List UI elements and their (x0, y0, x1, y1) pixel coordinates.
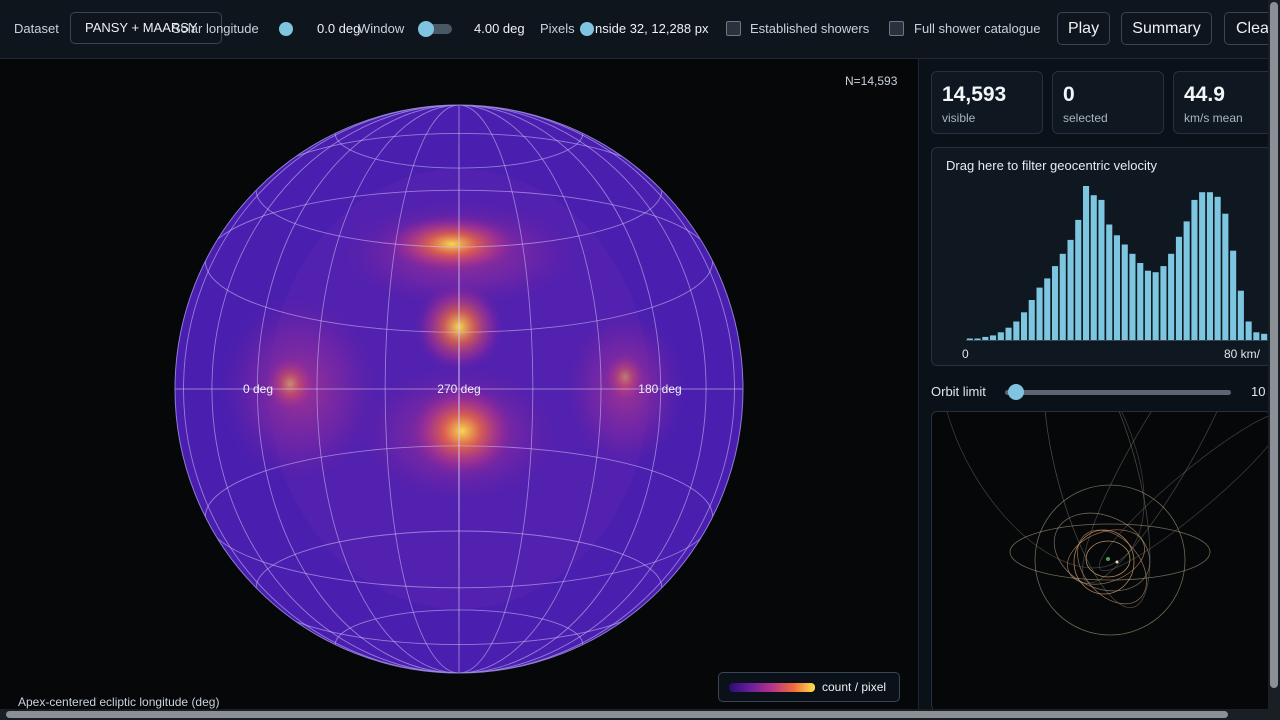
histogram-tick-min: 0 (962, 347, 969, 361)
orbit-ellipse (1098, 412, 1268, 572)
histogram-bar (1129, 253, 1136, 340)
orbit-ellipse (939, 412, 1145, 569)
histogram-bar (1090, 195, 1097, 340)
histogram-bar (1237, 290, 1244, 340)
stat-caption: selected (1063, 111, 1108, 125)
histogram-bar (1206, 192, 1213, 340)
histogram-bar (990, 335, 997, 340)
histogram-bar (1245, 321, 1252, 340)
histogram-bar (1005, 327, 1012, 340)
full-catalogue-label: Full shower catalogue (914, 21, 1041, 36)
solar-longitude-slider-handle[interactable] (279, 22, 293, 36)
orbit-plot[interactable] (932, 412, 1268, 709)
velocity-histogram-card[interactable]: Drag here to filter geocentric velocity … (931, 147, 1268, 366)
sky-map-panel[interactable]: N=14,593 0 deg 270 deg 180 deg Apex-cent… (0, 59, 919, 709)
histogram-bar (1261, 333, 1268, 340)
pixels-value: nside 32, 12,288 px (595, 21, 709, 36)
horizontal-scrollbar[interactable] (0, 709, 1268, 720)
histogram-bar (966, 338, 973, 340)
orbit-limit-slider-knob[interactable] (1008, 384, 1025, 400)
histogram-bar (997, 332, 1004, 340)
histogram-bar (1067, 239, 1074, 340)
stat-selected: 0 selected (1052, 71, 1164, 134)
histogram-bar (1044, 278, 1051, 340)
histogram-bar (1013, 321, 1020, 340)
stat-caption: visible (942, 111, 976, 125)
histogram-bar (1052, 266, 1059, 340)
pixels-label: Pixels (540, 21, 575, 36)
histogram-bar (1121, 244, 1128, 340)
orbit-limit-value: 10 (1251, 384, 1266, 399)
horizontal-scrollbar-thumb[interactable] (6, 711, 1228, 718)
established-showers-label: Established showers (750, 21, 870, 36)
histogram-bar (1199, 192, 1206, 340)
histogram-bar (1175, 236, 1182, 340)
histogram-bar (1106, 224, 1113, 340)
histogram-bar (1113, 235, 1120, 340)
histogram-bar (1144, 270, 1151, 340)
lon-label-left: 0 deg (243, 382, 273, 396)
x-axis-title: Apex-centered ecliptic longitude (deg) (18, 695, 220, 709)
play-button[interactable]: Play (1057, 12, 1110, 45)
dataset-label: Dataset (14, 21, 59, 36)
histogram-bar (1222, 213, 1229, 340)
established-showers-checkbox[interactable] (726, 21, 741, 36)
stat-caption: km/s mean (1184, 111, 1243, 125)
histogram-bar (1059, 253, 1066, 340)
lon-label-right: 180 deg (638, 382, 681, 396)
orbit-view[interactable] (931, 411, 1268, 709)
sky-map[interactable]: 0 deg 270 deg 180 deg (0, 59, 918, 709)
solar-longitude-label: Solar longitude (172, 21, 259, 36)
side-panel: 14,593 visible 0 selected 44.9 km/s mean… (919, 59, 1268, 709)
histogram-bar (1160, 266, 1167, 340)
lon-label-center: 270 deg (437, 382, 480, 396)
histogram-tick-max: 80 km/ (1224, 347, 1261, 361)
histogram-bar (1083, 186, 1090, 340)
earth-marker (1115, 560, 1119, 564)
orbit-limit-label: Orbit limit (931, 384, 986, 399)
histogram-bar (1098, 199, 1105, 340)
histogram-bar (1137, 263, 1144, 340)
histogram-bar (982, 336, 989, 340)
histogram-bar (1183, 221, 1190, 340)
summary-button[interactable]: Summary (1121, 12, 1212, 45)
histogram-bar (1253, 332, 1260, 340)
colorbar-legend: count / pixel (718, 672, 900, 702)
stat-value: 14,593 (942, 83, 1007, 106)
colorbar (729, 683, 815, 692)
toolbar: Dataset PANSY + MAARSY Solar longitude 0… (0, 0, 1268, 59)
stat-mean-velocity: 44.9 km/s mean (1173, 71, 1268, 134)
histogram-bar (1214, 196, 1221, 340)
orbit-limit-slider[interactable] (1005, 390, 1231, 395)
vertical-scrollbar-thumb[interactable] (1270, 2, 1278, 688)
histogram-bar (1028, 300, 1035, 340)
stat-value: 0 (1063, 83, 1075, 106)
histogram-bar (1036, 287, 1043, 340)
histogram-bar (1168, 253, 1175, 340)
histogram-bar (1191, 199, 1198, 340)
sun-marker (1106, 557, 1110, 561)
solar-longitude-value: 0.0 deg (317, 21, 361, 36)
histogram-bar (1075, 219, 1082, 340)
colorbar-label: count / pixel (822, 680, 887, 694)
histogram-bar (974, 338, 981, 340)
pixels-slider-handle[interactable] (580, 22, 594, 36)
histogram-bar (1152, 272, 1159, 340)
window-label: Window (358, 21, 405, 36)
orbit-ellipse (1082, 412, 1242, 584)
clear-button[interactable]: Clea (1224, 12, 1268, 45)
stat-visible: 14,593 visible (931, 71, 1043, 134)
window-slider[interactable] (418, 21, 452, 37)
histogram-bar (1021, 312, 1028, 340)
histogram-bar (1230, 250, 1237, 340)
orbit-limit-control: Orbit limit 10 (931, 381, 1268, 403)
window-slider-knob[interactable] (418, 21, 434, 37)
velocity-histogram[interactable] (932, 148, 1268, 367)
stat-value: 44.9 (1184, 83, 1225, 106)
window-value: 4.00 deg (474, 21, 525, 36)
full-catalogue-checkbox[interactable] (889, 21, 904, 36)
vertical-scrollbar[interactable] (1268, 0, 1280, 720)
